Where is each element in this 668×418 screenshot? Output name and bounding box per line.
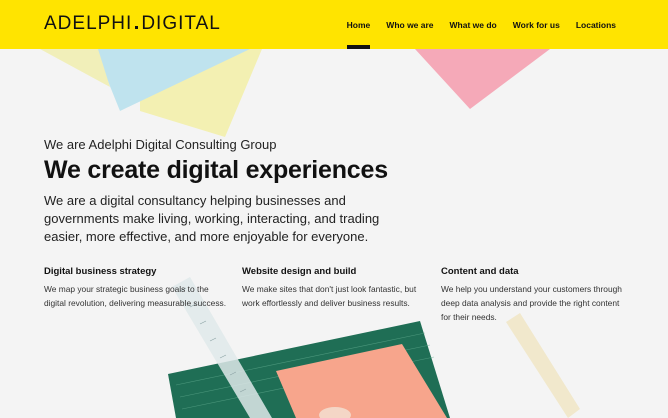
nav-what-we-do[interactable]: What we do <box>442 0 505 49</box>
nav-who-we-are[interactable]: Who we are <box>378 0 441 49</box>
logo-dot <box>135 25 139 29</box>
service-title: Digital business strategy <box>44 266 157 277</box>
service-text: We make sites that don't just look fanta… <box>242 284 417 308</box>
service-title: Website design and build <box>242 266 357 277</box>
bone-folder <box>506 313 580 418</box>
service-website-design: Website design and build We make sites t… <box>242 265 427 310</box>
main-nav: Home Who we are What we do Work for us L… <box>339 0 624 49</box>
site-header: ADELPHI DIGITAL Home Who we are What we … <box>0 0 668 49</box>
pink-paper-sheet <box>415 49 550 109</box>
logo-text-left: ADELPHI <box>44 13 133 34</box>
nav-home[interactable]: Home <box>339 0 379 49</box>
service-digital-strategy: Digital business strategy We map your st… <box>44 265 229 310</box>
service-text: We map your strategic business goals to … <box>44 284 227 308</box>
hero-lead: We are a digital consultancy helping bus… <box>44 193 380 244</box>
nav-work-for-us[interactable]: Work for us <box>505 0 568 49</box>
hero-kicker: We are Adelphi Digital Consulting Group <box>44 137 277 152</box>
light-yellow-paper-sheet-left <box>40 49 110 87</box>
service-text: We help you understand your customers th… <box>441 284 622 322</box>
service-content-data: Content and data We help you understand … <box>441 265 626 324</box>
nav-locations[interactable]: Locations <box>568 0 624 49</box>
hero-title: We create digital experiences <box>44 156 388 184</box>
logo-text-right: DIGITAL <box>141 13 221 34</box>
logo[interactable]: ADELPHI DIGITAL <box>44 13 221 34</box>
service-title: Content and data <box>441 266 519 277</box>
